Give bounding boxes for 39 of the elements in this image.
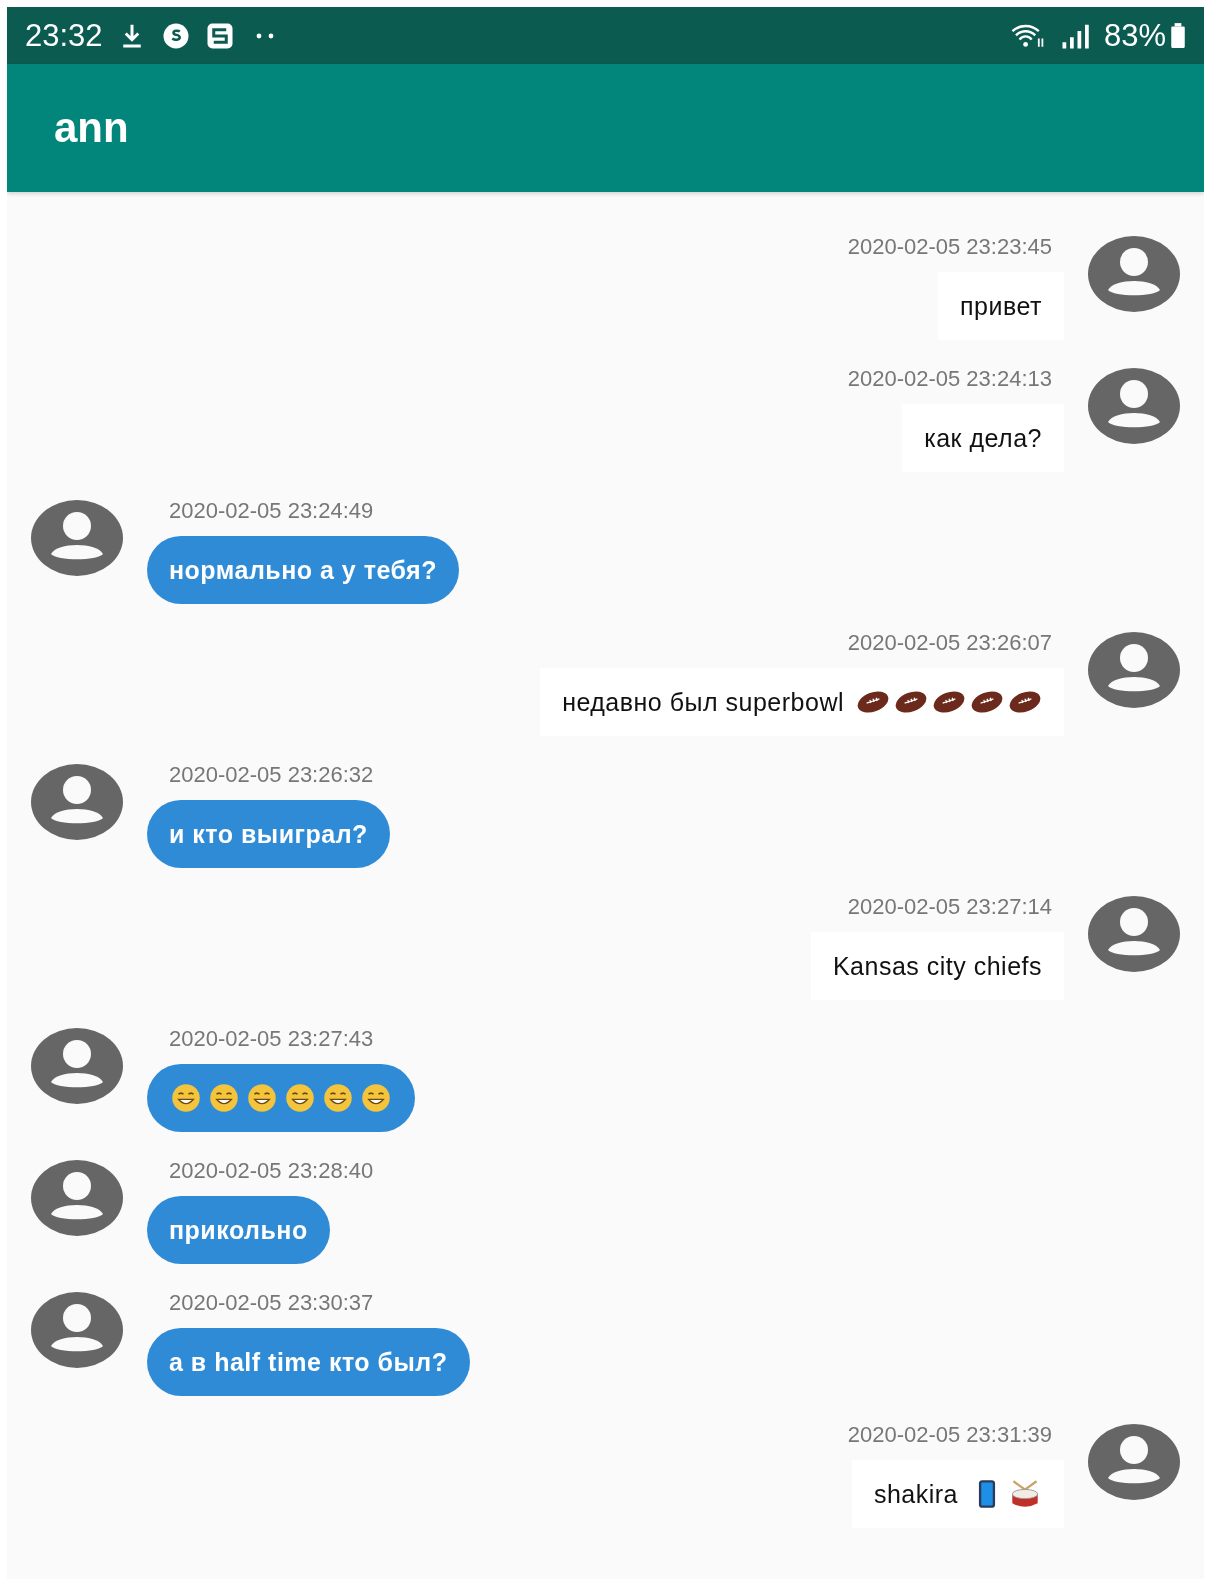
avatar-icon — [1086, 234, 1182, 314]
battery-percent: 83% — [1103, 17, 1166, 54]
avatar-icon — [1086, 630, 1182, 710]
message-timestamp: 2020-02-05 23:31:39 — [846, 1422, 1053, 1448]
message-timestamp: 2020-02-05 23:28:40 — [168, 1158, 375, 1184]
avatar-icon — [29, 498, 125, 578]
avatar-icon — [1086, 1422, 1182, 1502]
message-text: и кто выиграл? — [169, 819, 368, 849]
avatar-icon — [29, 1290, 125, 1370]
smiley-icon — [245, 1083, 279, 1113]
message-text: как дела? — [924, 423, 1042, 453]
message-timestamp: 2020-02-05 23:26:32 — [168, 762, 375, 788]
smiley-icon — [207, 1083, 241, 1113]
message-text: нормально а у тебя? — [169, 555, 437, 585]
status-time: 23:32 — [25, 17, 103, 54]
message-text: привет — [960, 291, 1042, 321]
message-text: прикольно — [169, 1215, 308, 1245]
message-timestamp: 2020-02-05 23:24:13 — [846, 366, 1053, 392]
smiley-icon — [321, 1083, 355, 1113]
message-timestamp: 2020-02-05 23:24:49 — [168, 498, 375, 524]
message-timestamp: 2020-02-05 23:27:43 — [168, 1026, 375, 1052]
message-timestamp: 2020-02-05 23:26:07 — [846, 630, 1053, 656]
message-timestamp: 2020-02-05 23:27:14 — [846, 894, 1053, 920]
avatar-icon — [1086, 894, 1182, 974]
smiley-icon — [359, 1083, 393, 1113]
avatar-icon — [29, 1026, 125, 1106]
avatar-icon — [29, 762, 125, 842]
message-text: Kansas city chiefs — [832, 951, 1042, 981]
message-text: а в half time кто был? — [169, 1347, 448, 1377]
message-timestamp: 2020-02-05 23:23:45 — [846, 234, 1053, 260]
message-timestamp: 2020-02-05 23:30:37 — [168, 1290, 375, 1316]
message-text: shakira — [873, 1479, 958, 1509]
avatar-icon — [29, 1158, 125, 1238]
message-text: недавно был superbowl — [562, 687, 844, 717]
avatar-icon — [1086, 366, 1182, 446]
smiley-icon — [169, 1083, 203, 1113]
battery-icon — [1170, 22, 1186, 49]
smiley-icon — [283, 1083, 317, 1113]
chat-title: ann — [54, 104, 129, 152]
